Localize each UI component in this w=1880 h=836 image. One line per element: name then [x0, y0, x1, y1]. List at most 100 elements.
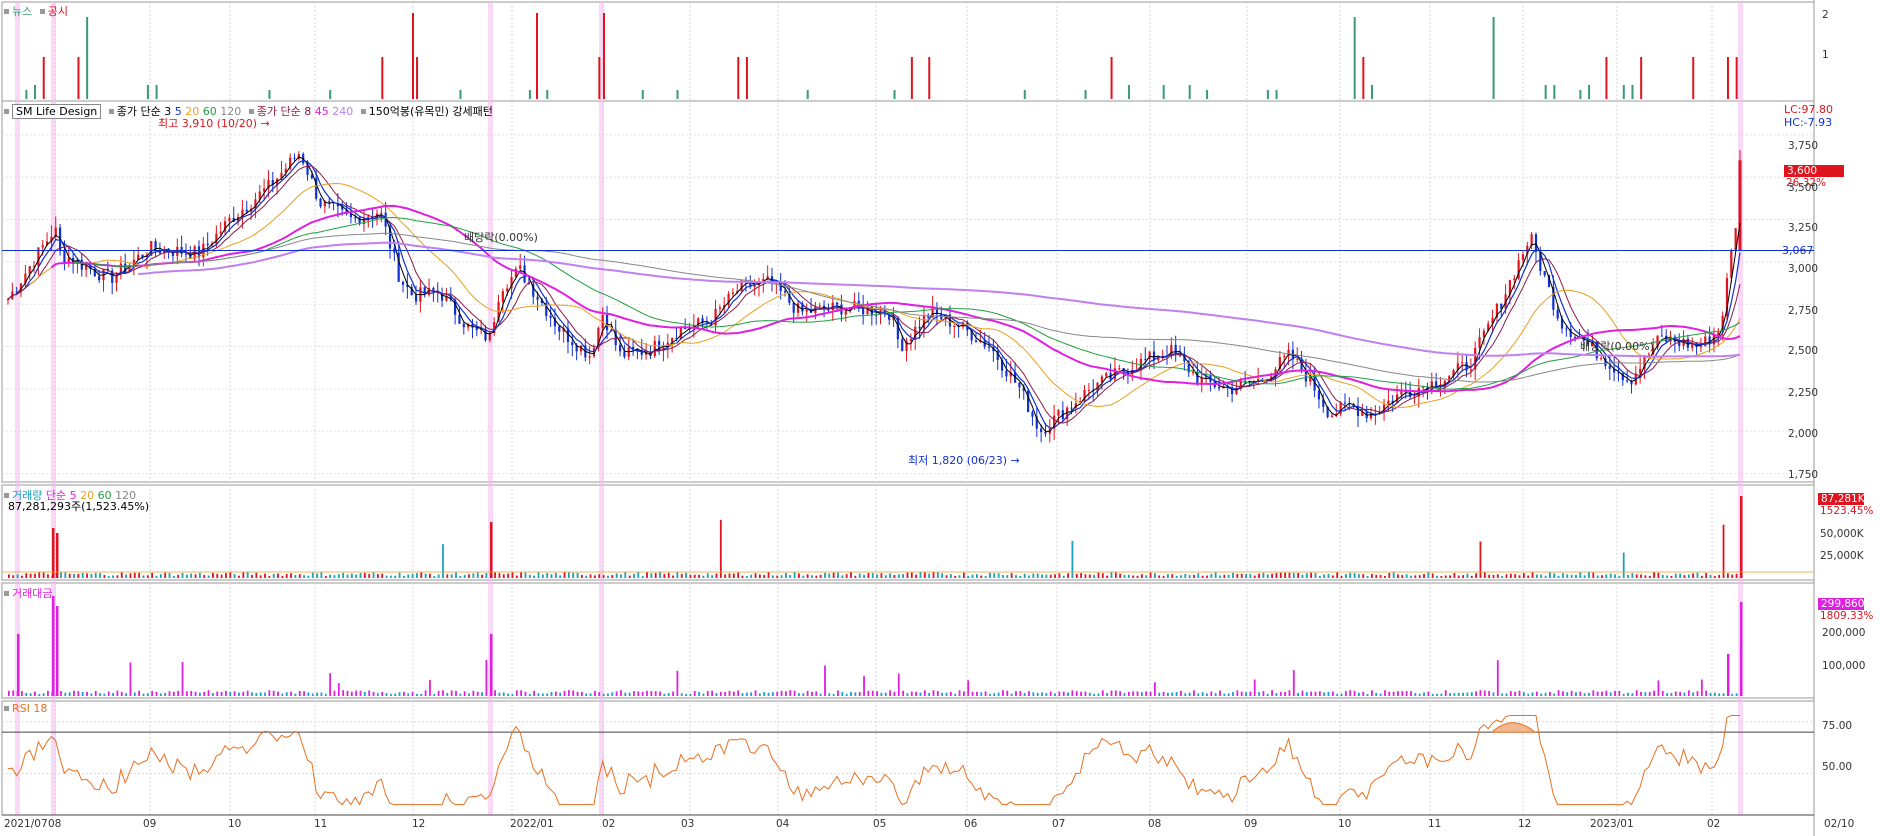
- volume-bar: [1206, 575, 1208, 578]
- amount-bar: [511, 693, 514, 696]
- amount-bar: [207, 690, 210, 696]
- amount-bar: [372, 691, 375, 696]
- amount-bar: [385, 693, 388, 696]
- amount-bar: [806, 690, 809, 696]
- volume-y-tick: 25,000K: [1820, 550, 1864, 562]
- volume-text: 87,281,293주(1,523.45%): [8, 500, 150, 513]
- amount-bar: [1344, 691, 1347, 696]
- volume-bar: [919, 572, 922, 578]
- volume-bar: [819, 574, 822, 578]
- candle-body: [1660, 335, 1663, 337]
- volume-bar: [29, 573, 32, 578]
- candle-body: [362, 218, 366, 225]
- amount-bar: [1431, 693, 1434, 696]
- amount-bar: [585, 693, 588, 696]
- amount-bar: [103, 693, 106, 696]
- disclosure-bar: [745, 57, 748, 99]
- amount-bar: [1288, 690, 1291, 696]
- volume-bar: [337, 574, 340, 578]
- volume-bar: [967, 575, 970, 578]
- stock-name[interactable]: SM Life Design: [12, 104, 102, 119]
- candle-body: [718, 307, 721, 309]
- volume-bar: [841, 575, 844, 578]
- amount-bar: [1362, 691, 1365, 696]
- amount-bar: [650, 691, 653, 696]
- amount-bar: [550, 692, 553, 696]
- amount-bar: [316, 692, 319, 696]
- volume-bar: [1622, 552, 1625, 578]
- volume-bar: [854, 575, 857, 578]
- volume-bar: [1579, 572, 1582, 578]
- volume-bar: [1106, 575, 1109, 578]
- news-panel-title: 뉴스 공시: [4, 3, 68, 19]
- amount-bar: [1275, 693, 1278, 696]
- amount-bar: [1049, 691, 1052, 696]
- candle-body: [98, 276, 101, 281]
- low-annotation: 최저 1,820 (06/23) →: [908, 454, 1020, 467]
- amount-bar: [1019, 690, 1022, 696]
- x-tick-label: 09: [1244, 818, 1258, 830]
- amount-bar: [1379, 693, 1382, 696]
- volume-bar: [906, 572, 909, 578]
- volume-bar: [1501, 575, 1504, 578]
- volume-bar: [1023, 573, 1026, 578]
- amount-bar: [867, 690, 870, 696]
- amount-bar: [1045, 693, 1048, 696]
- volume-bar: [485, 572, 488, 578]
- high-note-text: 최고 3,910 (10/20): [158, 117, 258, 130]
- amount-bar: [702, 693, 705, 696]
- news-bar: [459, 90, 462, 99]
- volume-bar: [1227, 574, 1230, 578]
- amount-bar: [1509, 691, 1512, 696]
- volume-bar: [1388, 572, 1391, 578]
- volume-bar: [107, 575, 110, 578]
- volume-bar: [889, 573, 891, 578]
- amount-bar: [216, 691, 219, 696]
- ma2-period-8[interactable]: 8: [304, 105, 311, 118]
- amount-bar: [1640, 691, 1642, 696]
- volume-bar: [1171, 574, 1174, 578]
- candle-body: [1118, 368, 1121, 370]
- volume-bar: [750, 574, 753, 578]
- ma2-period-45[interactable]: 45: [315, 105, 329, 118]
- amount-bar: [1310, 691, 1313, 696]
- amount-bar: [524, 691, 527, 696]
- amount-bar: [1240, 691, 1243, 696]
- volume-bar: [86, 573, 88, 578]
- news-bar: [1023, 90, 1026, 99]
- volume-bar: [220, 574, 223, 578]
- spike-amount-bar: [1740, 602, 1743, 696]
- candle-body: [1565, 328, 1568, 330]
- amount-bar: [1540, 693, 1543, 696]
- volume-bar: [802, 575, 805, 578]
- volume-bar: [1119, 573, 1122, 578]
- candle-body: [1044, 431, 1047, 434]
- volume-bar: [225, 573, 227, 578]
- volume-bar: [1088, 574, 1091, 578]
- candle-body: [614, 329, 617, 346]
- amount-bar: [837, 690, 839, 696]
- volume-bar: [1093, 574, 1096, 578]
- volume-bar: [580, 574, 583, 578]
- price-y-tick: 2,750: [1788, 305, 1819, 317]
- volume-bar: [1718, 574, 1721, 578]
- candle-body: [1283, 356, 1286, 358]
- news-y-tick: 2: [1822, 9, 1829, 21]
- amount-bar: [463, 691, 466, 696]
- volume-bar: [1605, 574, 1608, 578]
- amount-bar: [1657, 680, 1660, 696]
- candle-body: [1400, 391, 1403, 395]
- volume-bar: [420, 572, 423, 578]
- volume-bar: [1297, 572, 1300, 578]
- candle-body: [1556, 309, 1559, 319]
- amount-bar: [828, 693, 831, 696]
- volume-bar: [1488, 574, 1491, 578]
- amount-bar: [203, 691, 206, 696]
- volume-bar: [1344, 574, 1347, 578]
- ma2-period-240[interactable]: 240: [332, 105, 353, 118]
- volume-bar: [1635, 574, 1638, 578]
- candle-body: [1040, 428, 1043, 432]
- volume-bar: [1006, 575, 1009, 578]
- amount-bar: [1093, 693, 1096, 696]
- volume-bar: [1583, 575, 1586, 578]
